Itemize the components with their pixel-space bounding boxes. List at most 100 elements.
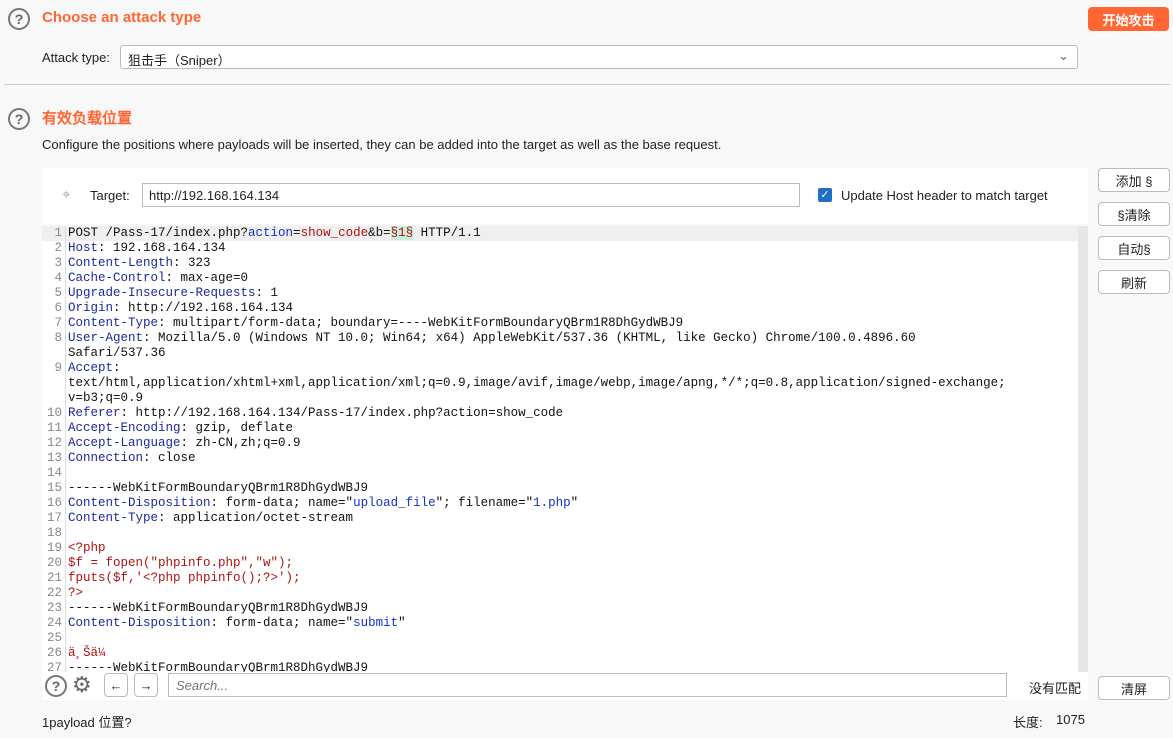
line-number: 18 <box>42 526 66 541</box>
code-token: POST /Pass-17/index.php? <box>68 226 249 240</box>
editor-line: 15 ------WebKitFormBoundaryQBrm1R8DhGydWB… <box>42 481 1078 496</box>
attack-type-title: Choose an attack type <box>42 9 202 26</box>
help-icon[interactable]: ? <box>8 108 30 130</box>
line-content: v=b3;q=0.9 <box>66 391 143 406</box>
code-token: ä¸Šä¼ <box>68 646 114 660</box>
line-content: User-Agent: Mozilla/5.0 (Windows NT 10.0… <box>66 331 916 346</box>
editor-line: 14 <box>42 466 1078 481</box>
request-editor[interactable]: 1 POST /Pass-17/index.php?action=show_cod… <box>42 226 1078 672</box>
clear-markers-button[interactable]: §清除 <box>1098 202 1170 226</box>
line-content: Accept-Language: zh-CN,zh;q=0.9 <box>66 436 301 451</box>
code-token: " <box>398 616 406 630</box>
line-number: 23 <box>42 601 66 616</box>
editor-line: 5 Upgrade-Insecure-Requests: 1 <box>42 286 1078 301</box>
code-token: : Mozilla/5.0 (Windows NT 10.0; Win64; x… <box>143 331 916 345</box>
line-number <box>42 391 66 406</box>
update-host-checkbox[interactable]: ✓ <box>818 188 832 202</box>
add-marker-button[interactable]: 添加 § <box>1098 168 1170 192</box>
line-number: 5 <box>42 286 66 301</box>
editor-line: 18 <box>42 526 1078 541</box>
line-content: <?php <box>66 541 106 556</box>
code-token: fputs($f,'<?php phpinfo();?>'); <box>68 571 301 585</box>
length-label: 长度: <box>1013 715 1043 730</box>
editor-line: 10 Referer: http://192.168.164.134/Pass-1… <box>42 406 1078 421</box>
line-content: Accept: <box>66 361 121 376</box>
line-content <box>66 466 68 481</box>
gear-icon[interactable]: ⚙ <box>72 672 92 698</box>
editor-line: text/html,application/xhtml+xml,applicat… <box>42 376 1078 391</box>
code-token: action <box>248 226 294 240</box>
line-number: 20 <box>42 556 66 571</box>
help-icon[interactable]: ? <box>45 675 67 697</box>
line-number: 12 <box>42 436 66 451</box>
code-token: " <box>570 496 579 510</box>
line-content: ä¸Šä¼ <box>66 646 113 661</box>
editor-scrollbar[interactable] <box>1078 226 1088 672</box>
length-value: 1075 <box>1056 712 1085 727</box>
editor-line: 1 POST /Pass-17/index.php?action=show_cod… <box>42 226 1078 241</box>
line-number: 2 <box>42 241 66 256</box>
line-content: fputs($f,'<?php phpinfo();?>'); <box>66 571 301 586</box>
code-token: ------WebKitFormBoundaryQBrm1R8DhGydWBJ9 <box>68 661 369 672</box>
start-attack-button[interactable]: 开始攻击 <box>1088 7 1169 31</box>
editor-line: 20 $f = fopen("phpinfo.php","w"); <box>42 556 1078 571</box>
line-number: 17 <box>42 511 66 526</box>
attack-type-select[interactable]: 狙击手（Sniper） ⌄ <box>120 45 1078 69</box>
line-content: Accept-Encoding: gzip, deflate <box>66 421 293 436</box>
code-token: : application/octet-stream <box>158 511 354 525</box>
code-token: Content-Disposition <box>68 496 211 510</box>
line-number: 24 <box>42 616 66 631</box>
positions-description: Configure the positions where payloads w… <box>42 137 722 152</box>
editor-line: v=b3;q=0.9 <box>42 391 1078 406</box>
line-content <box>66 526 68 541</box>
search-input[interactable] <box>168 673 1007 697</box>
editor-line: 7 Content-Type: multipart/form-data; boun… <box>42 316 1078 331</box>
editor-line: 11 Accept-Encoding: gzip, deflate <box>42 421 1078 436</box>
editor-line: Safari/537.36 <box>42 346 1078 361</box>
code-token: : http://192.168.164.134/Pass-17/index.p… <box>120 406 564 420</box>
editor-line: 23 ------WebKitFormBoundaryQBrm1R8DhGydWB… <box>42 601 1078 616</box>
code-token: Accept-Language <box>68 436 181 450</box>
forward-arrow-icon[interactable]: → <box>134 673 158 697</box>
line-number: 19 <box>42 541 66 556</box>
editor-line: 24 Content-Disposition: form-data; name="… <box>42 616 1078 631</box>
code-token: Accept-Encoding <box>68 421 181 435</box>
line-content: Safari/537.36 <box>66 346 166 361</box>
editor-line: 26 ä¸Šä¼ <box>42 646 1078 661</box>
editor-line: 13 Connection: close <box>42 451 1078 466</box>
positions-title: 有效负载位置 <box>42 110 133 127</box>
line-content: Origin: http://192.168.164.134 <box>66 301 293 316</box>
refresh-button[interactable]: 刷新 <box>1098 270 1170 294</box>
auto-marker-button[interactable]: 自动§ <box>1098 236 1170 260</box>
code-token: submit <box>353 616 399 630</box>
chevron-down-icon: ⌄ <box>1058 48 1069 63</box>
line-number: 9 <box>42 361 66 376</box>
editor-line: 6 Origin: http://192.168.164.134 <box>42 301 1078 316</box>
code-token: : zh-CN,zh;q=0.9 <box>180 436 301 450</box>
editor-line: 12 Accept-Language: zh-CN,zh;q=0.9 <box>42 436 1078 451</box>
code-token: Safari/537.36 <box>68 346 166 360</box>
editor-line: 22 ?> <box>42 586 1078 601</box>
help-icon[interactable]: ? <box>8 8 30 30</box>
code-token: = <box>293 226 301 240</box>
code-token: Host <box>68 241 99 255</box>
payload-marker[interactable]: §1§ <box>390 226 414 240</box>
back-arrow-icon[interactable]: ← <box>104 673 128 697</box>
editor-line: 3 Content-Length: 323 <box>42 256 1078 271</box>
attack-type-value: 狙击手（Sniper） <box>128 53 231 68</box>
editor-line: 25 <box>42 631 1078 646</box>
line-number: 22 <box>42 586 66 601</box>
clear-screen-button[interactable]: 清屏 <box>1098 676 1170 700</box>
line-content: POST /Pass-17/index.php?action=show_code… <box>66 226 481 241</box>
code-token: "; filename=" <box>435 496 534 510</box>
code-token: Content-Type <box>68 511 159 525</box>
editor-line: 27 ------WebKitFormBoundaryQBrm1R8DhGydWB… <box>42 661 1078 672</box>
update-host-label: Update Host header to match target <box>841 188 1048 203</box>
line-number: 10 <box>42 406 66 421</box>
line-content: Upgrade-Insecure-Requests: 1 <box>66 286 278 301</box>
line-content: Content-Disposition: form-data; name="up… <box>66 496 578 511</box>
line-content: Content-Disposition: form-data; name="su… <box>66 616 406 631</box>
line-content: ------WebKitFormBoundaryQBrm1R8DhGydWBJ9 <box>66 661 368 672</box>
attack-type-label: Attack type: <box>42 50 110 65</box>
target-input[interactable]: http://192.168.164.134 <box>142 183 800 207</box>
